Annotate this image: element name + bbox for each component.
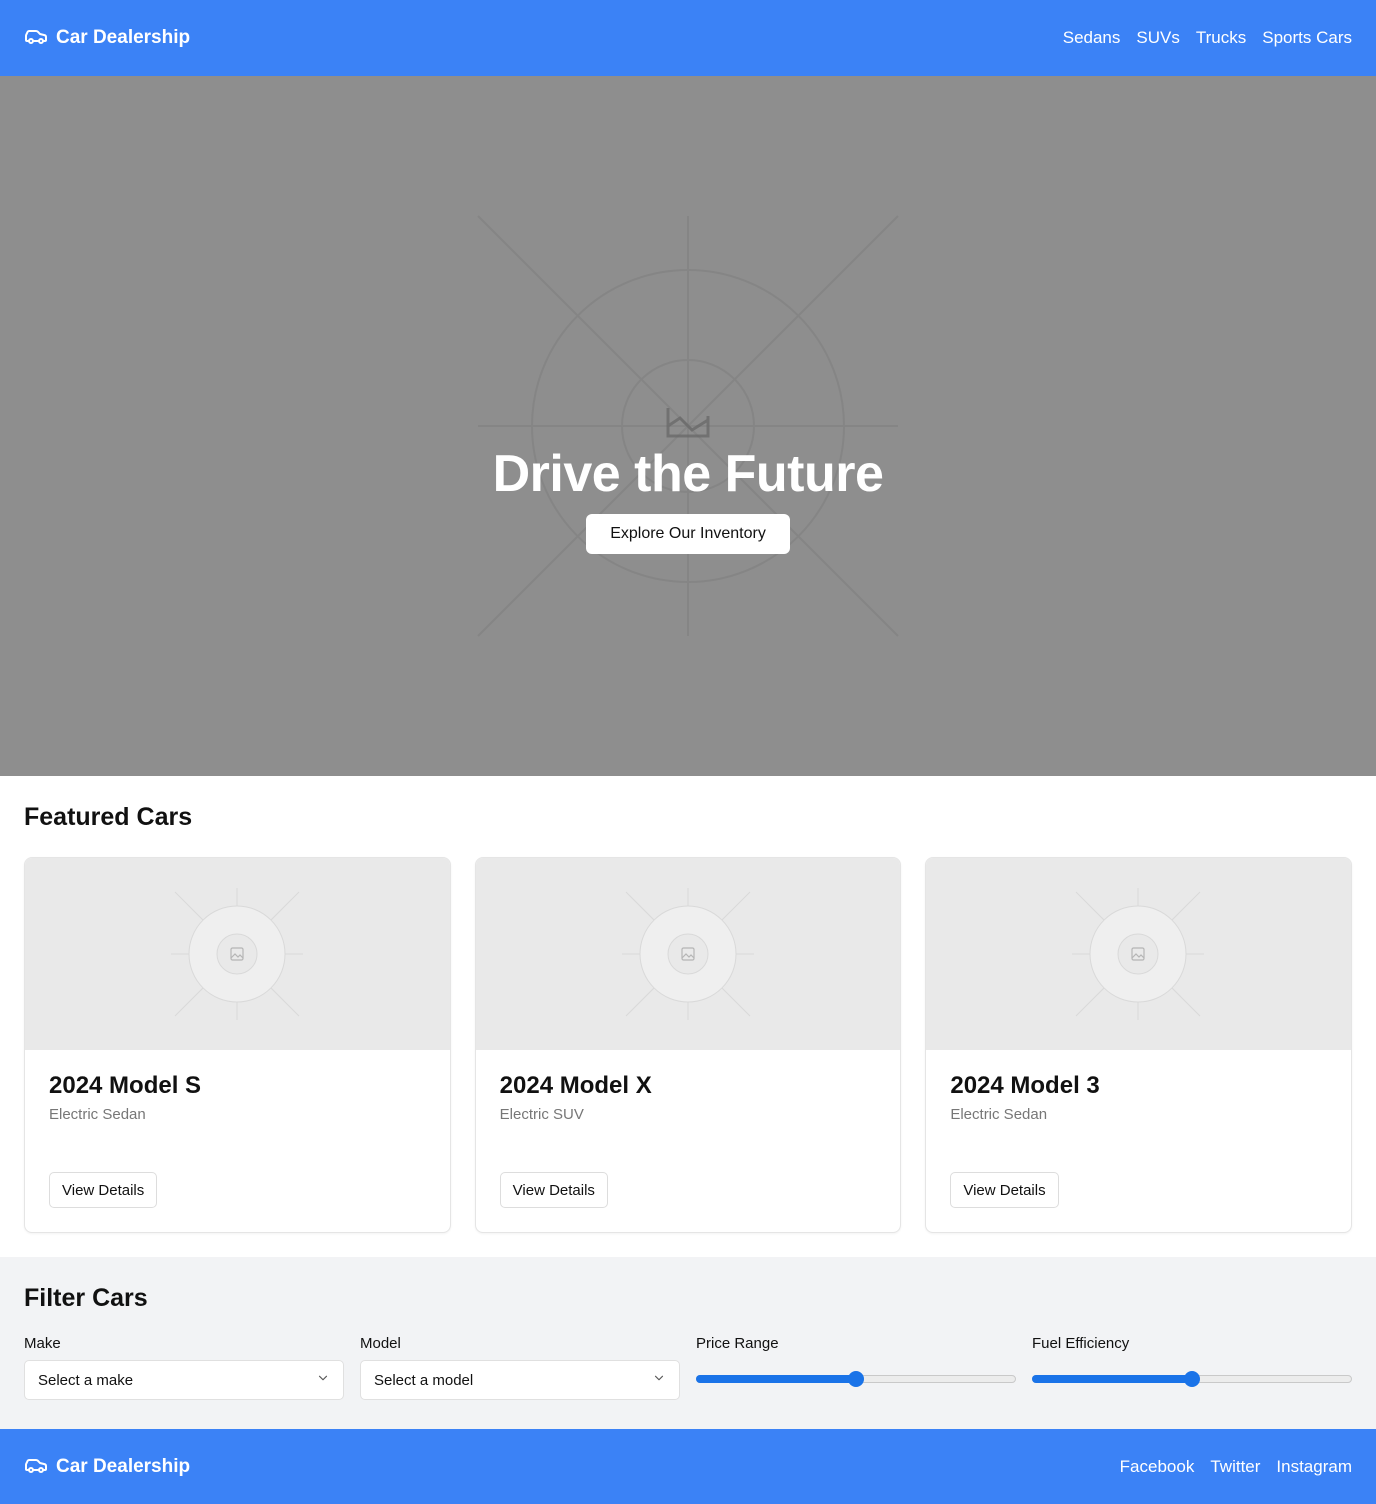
model-select-value: Select a model <box>374 1371 474 1389</box>
nav-link-trucks[interactable]: Trucks <box>1196 28 1246 48</box>
fuel-efficiency-label: Fuel Efficiency <box>1032 1335 1130 1352</box>
main-nav: Sedans SUVs Trucks Sports Cars <box>1063 28 1352 48</box>
car-card-body: 2024 Model X Electric SUV View Details <box>476 1050 901 1232</box>
car-image-placeholder <box>25 858 450 1050</box>
car-name: 2024 Model 3 <box>950 1072 1100 1099</box>
footer-brand-title: Car Dealership <box>56 1456 191 1477</box>
car-name: 2024 Model S <box>49 1072 202 1099</box>
fuel-efficiency-slider[interactable] <box>1032 1360 1352 1400</box>
car-card-list: 2024 Model S Electric Sedan View Details <box>24 857 1353 1233</box>
explore-inventory-button[interactable]: Explore Our Inventory <box>586 514 790 554</box>
site-footer: Car Dealership Facebook Twitter Instagra… <box>0 1429 1376 1504</box>
slider-thumb[interactable] <box>1184 1371 1200 1387</box>
price-filter: Price Range <box>696 1335 1016 1400</box>
slider-fill <box>1032 1375 1192 1383</box>
brand[interactable]: Car Dealership <box>24 24 190 53</box>
price-range-label: Price Range <box>696 1335 779 1352</box>
nav-link-suvs[interactable]: SUVs <box>1136 28 1179 48</box>
car-card-body: 2024 Model S Electric Sedan View Details <box>25 1050 450 1232</box>
nav-link-sedans[interactable]: Sedans <box>1063 28 1121 48</box>
make-select-value: Select a make <box>38 1371 134 1389</box>
price-range-slider[interactable] <box>696 1360 1016 1400</box>
twitter-link[interactable]: Twitter <box>1210 1457 1260 1477</box>
hero-image-placeholder <box>477 215 899 637</box>
car-name: 2024 Model X <box>499 1072 652 1099</box>
social-links: Facebook Twitter Instagram <box>1120 1457 1352 1477</box>
car-card: 2024 Model 3 Electric Sedan View Details <box>925 857 1353 1233</box>
make-label: Make <box>24 1335 61 1352</box>
car-type: Electric SUV <box>499 1106 584 1123</box>
image-icon <box>1072 888 1205 1020</box>
filter-section: Filter Cars Make Select a make Model Sel… <box>0 1257 1376 1429</box>
slider-fill <box>696 1375 856 1383</box>
car-card: 2024 Model X Electric SUV View Details <box>474 857 902 1233</box>
facebook-link[interactable]: Facebook <box>1120 1457 1195 1477</box>
model-label: Model <box>360 1335 401 1352</box>
make-select[interactable]: Select a make <box>24 1360 344 1400</box>
model-filter: Model Select a model <box>360 1335 680 1400</box>
featured-cars-section: Featured Cars 2024 Model S Electric Seda… <box>0 776 1376 1257</box>
car-image-placeholder <box>475 858 901 1050</box>
instagram-link[interactable]: Instagram <box>1276 1457 1352 1477</box>
model-select[interactable]: Select a model <box>360 1360 680 1400</box>
car-card: 2024 Model S Electric Sedan View Details <box>24 857 451 1233</box>
hero-section: Drive the Future Explore Our Inventory <box>0 76 1376 776</box>
filter-row: Make Select a make Model Select a model … <box>24 1335 1352 1400</box>
image-icon <box>171 888 303 1020</box>
car-type: Electric Sedan <box>950 1106 1048 1123</box>
hero-content: Drive the Future Explore Our Inventory <box>0 444 1376 554</box>
car-card-body: 2024 Model 3 Electric Sedan View Details <box>926 1050 1351 1232</box>
filter-title: Filter Cars <box>24 1284 148 1312</box>
image-icon <box>621 888 754 1020</box>
car-type: Electric Sedan <box>49 1106 146 1123</box>
hero-title: Drive the Future <box>492 445 884 503</box>
chevron-down-icon <box>316 1371 330 1389</box>
view-details-button[interactable]: View Details <box>950 1172 1059 1208</box>
chevron-down-icon <box>652 1371 666 1389</box>
view-details-button[interactable]: View Details <box>49 1172 158 1208</box>
footer-brand[interactable]: Car Dealership <box>24 1453 190 1482</box>
site-header: Car Dealership Sedans SUVs Trucks Sports… <box>0 0 1376 76</box>
make-filter: Make Select a make <box>24 1335 344 1400</box>
featured-title: Featured Cars <box>24 803 193 831</box>
nav-link-sports-cars[interactable]: Sports Cars <box>1262 28 1352 48</box>
brand-title: Car Dealership <box>56 27 191 48</box>
car-icon <box>24 24 48 53</box>
fuel-filter: Fuel Efficiency <box>1032 1335 1352 1400</box>
car-image-placeholder <box>926 858 1352 1050</box>
slider-thumb[interactable] <box>848 1371 864 1387</box>
view-details-button[interactable]: View Details <box>499 1172 608 1208</box>
car-icon <box>24 1453 48 1482</box>
